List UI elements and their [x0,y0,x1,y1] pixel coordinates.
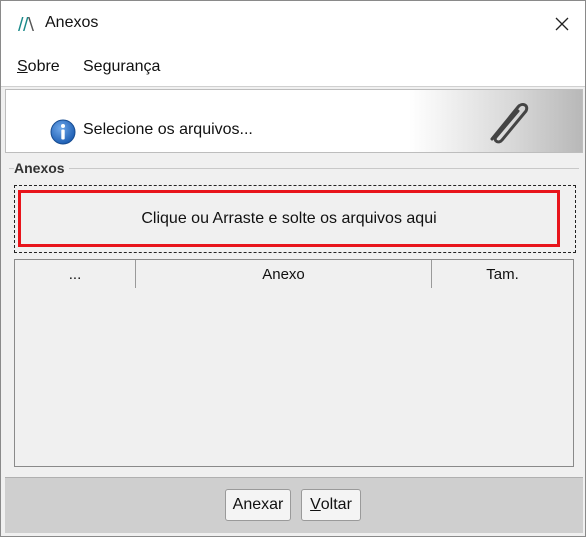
header-banner: Selecione os arquivos... [5,89,583,153]
anexar-button[interactable]: Anexar [225,489,291,521]
group-divider [9,168,579,169]
column-header-anexo[interactable]: Anexo [136,260,432,288]
voltar-button[interactable]: Voltar [301,489,361,521]
menu-sobre[interactable]: Sobre [17,58,60,76]
footer-bar: Anexar Voltar [5,477,583,533]
info-icon [50,119,76,145]
menu-bar: Sobre Segurança [1,47,585,87]
file-dropzone[interactable]: Clique ou Arraste e solte os arquivos aq… [18,190,560,247]
attachments-table[interactable]: ... Anexo Tam. [14,259,574,467]
title-bar: Anexos [1,1,585,47]
group-label: Anexos [14,160,69,176]
banner-text: Selecione os arquivos... [83,121,253,138]
anexos-window: Anexos Sobre Segurança Selecione os arqu… [0,0,586,537]
column-header-select[interactable]: ... [15,260,136,288]
dropzone-text: Clique ou Arraste e solte os arquivos aq… [141,209,437,227]
paperclip-icon [490,102,529,144]
close-icon [555,17,569,31]
window-title: Anexos [45,14,99,31]
column-header-tam[interactable]: Tam. [432,260,573,288]
close-button[interactable] [549,11,575,37]
app-logo-icon [18,17,34,31]
table-header: ... Anexo Tam. [15,260,573,288]
menu-seguranca[interactable]: Segurança [83,58,160,76]
